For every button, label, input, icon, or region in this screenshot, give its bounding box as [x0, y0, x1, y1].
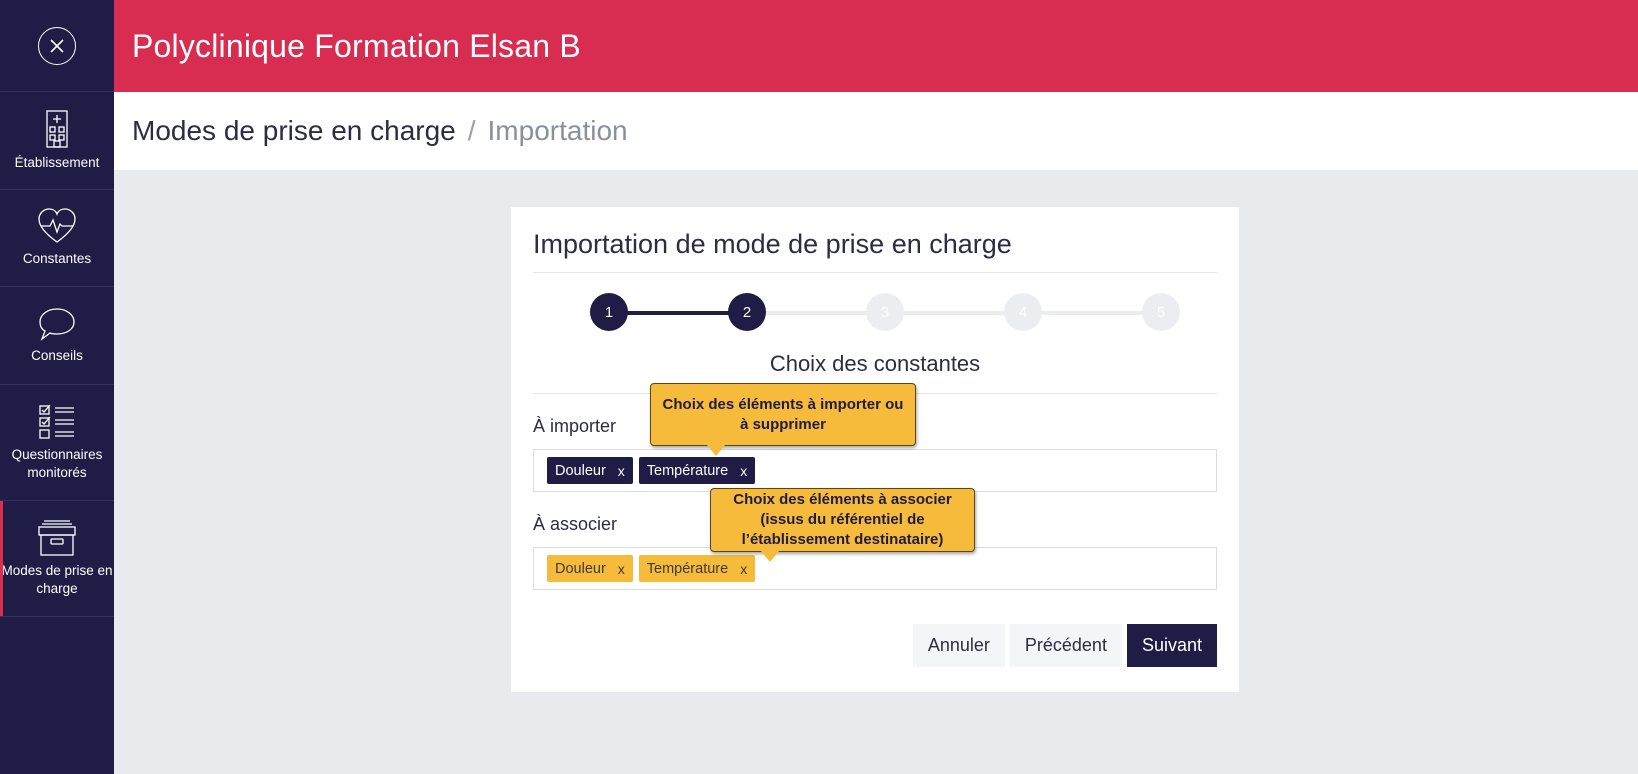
breadcrumb-current: Importation	[487, 115, 628, 146]
tag-label: Température	[646, 462, 729, 479]
tag-remove-button[interactable]: x	[740, 463, 747, 479]
callout-text-line: Choix des éléments à importer ou	[662, 395, 904, 413]
step-5: 5	[1142, 293, 1180, 331]
callout-tail	[707, 445, 725, 456]
callout-text-line: (issus du référentiel de	[760, 511, 925, 528]
stepper: 1 2 3 4 5	[533, 273, 1217, 349]
breadcrumb-separator: /	[467, 115, 476, 146]
sidebar-item-label: Établissement	[14, 154, 100, 170]
step-2: 2	[728, 293, 766, 331]
sidebar-item-questionnaires[interactable]: Questionnaires monitorés	[0, 385, 114, 501]
tag-label: Douleur	[555, 462, 606, 479]
breadcrumb: Modes de prise en charge / Importation	[114, 92, 1638, 170]
next-button[interactable]: Suivant	[1126, 624, 1217, 667]
sidebar-item-constantes[interactable]: Constantes	[0, 190, 114, 287]
form-actions: Annuler Précédent Suivant	[912, 624, 1217, 667]
close-icon	[50, 38, 64, 53]
import-tag-douleur: Douleur x	[547, 457, 633, 484]
step-1: 1	[590, 293, 628, 331]
tag-remove-button[interactable]: x	[618, 561, 625, 577]
card-title: Importation de mode de prise en charge	[533, 229, 1217, 273]
cancel-button[interactable]: Annuler	[912, 624, 1005, 667]
previous-button[interactable]: Précédent	[1009, 624, 1122, 667]
close-button[interactable]	[38, 26, 76, 65]
step-3: 3	[866, 293, 904, 331]
breadcrumb-section[interactable]: Modes de prise en charge	[132, 115, 456, 147]
callout-associate-hint: Choix des éléments à associer (issus du …	[710, 488, 975, 562]
heart-pulse-icon	[37, 208, 77, 244]
sidebar-item-modes[interactable]: Modes de prise en charge	[0, 501, 114, 617]
callout-text-line: Choix des éléments à associer	[733, 491, 952, 508]
associate-tag-temperature: Température x	[638, 555, 756, 582]
associate-tag-douleur: Douleur x	[547, 555, 633, 582]
hospital-building-icon	[46, 109, 68, 148]
checklist-icon	[39, 404, 75, 440]
step-connector-1-2	[609, 311, 747, 315]
sidebar-item-label: Modes de prise en charge	[1, 562, 113, 596]
callout-tail	[761, 551, 779, 562]
import-tag-temperature: Température x	[638, 457, 756, 484]
app-header: Polyclinique Formation Elsan B	[114, 0, 1638, 92]
step-4: 4	[1004, 293, 1042, 331]
app-title: Polyclinique Formation Elsan B	[132, 27, 581, 64]
sidebar-item-label: Conseils	[31, 347, 83, 363]
associate-tags-input[interactable]: Douleur x Température x	[533, 547, 1217, 590]
sidebar-item-label: Constantes	[22, 251, 92, 266]
tag-remove-button[interactable]: x	[740, 561, 747, 577]
sidebar-close-area	[0, 0, 114, 92]
step-connector-pending	[747, 311, 1167, 315]
sidebar-item-conseils[interactable]: Conseils	[0, 287, 114, 385]
import-tags-input[interactable]: Douleur x Température x	[533, 449, 1217, 492]
import-card: Importation de mode de prise en charge 1…	[511, 207, 1239, 692]
speech-bubble-icon	[38, 307, 76, 341]
tag-remove-button[interactable]: x	[618, 463, 625, 479]
sidebar: Établissement Constantes Conseils Questi…	[0, 0, 114, 774]
sidebar-item-label: Questionnaires monitorés	[11, 446, 103, 480]
callout-text-line: l’établissement destinataire)	[741, 531, 944, 548]
tag-label: Douleur	[555, 560, 606, 577]
archive-box-icon	[38, 519, 76, 556]
callout-text-line: à supprimer	[740, 415, 826, 433]
callout-import-hint: Choix des éléments à importer ou à suppr…	[650, 383, 916, 456]
sidebar-item-etablissement[interactable]: Établissement	[0, 92, 114, 190]
tag-label: Température	[646, 560, 729, 577]
